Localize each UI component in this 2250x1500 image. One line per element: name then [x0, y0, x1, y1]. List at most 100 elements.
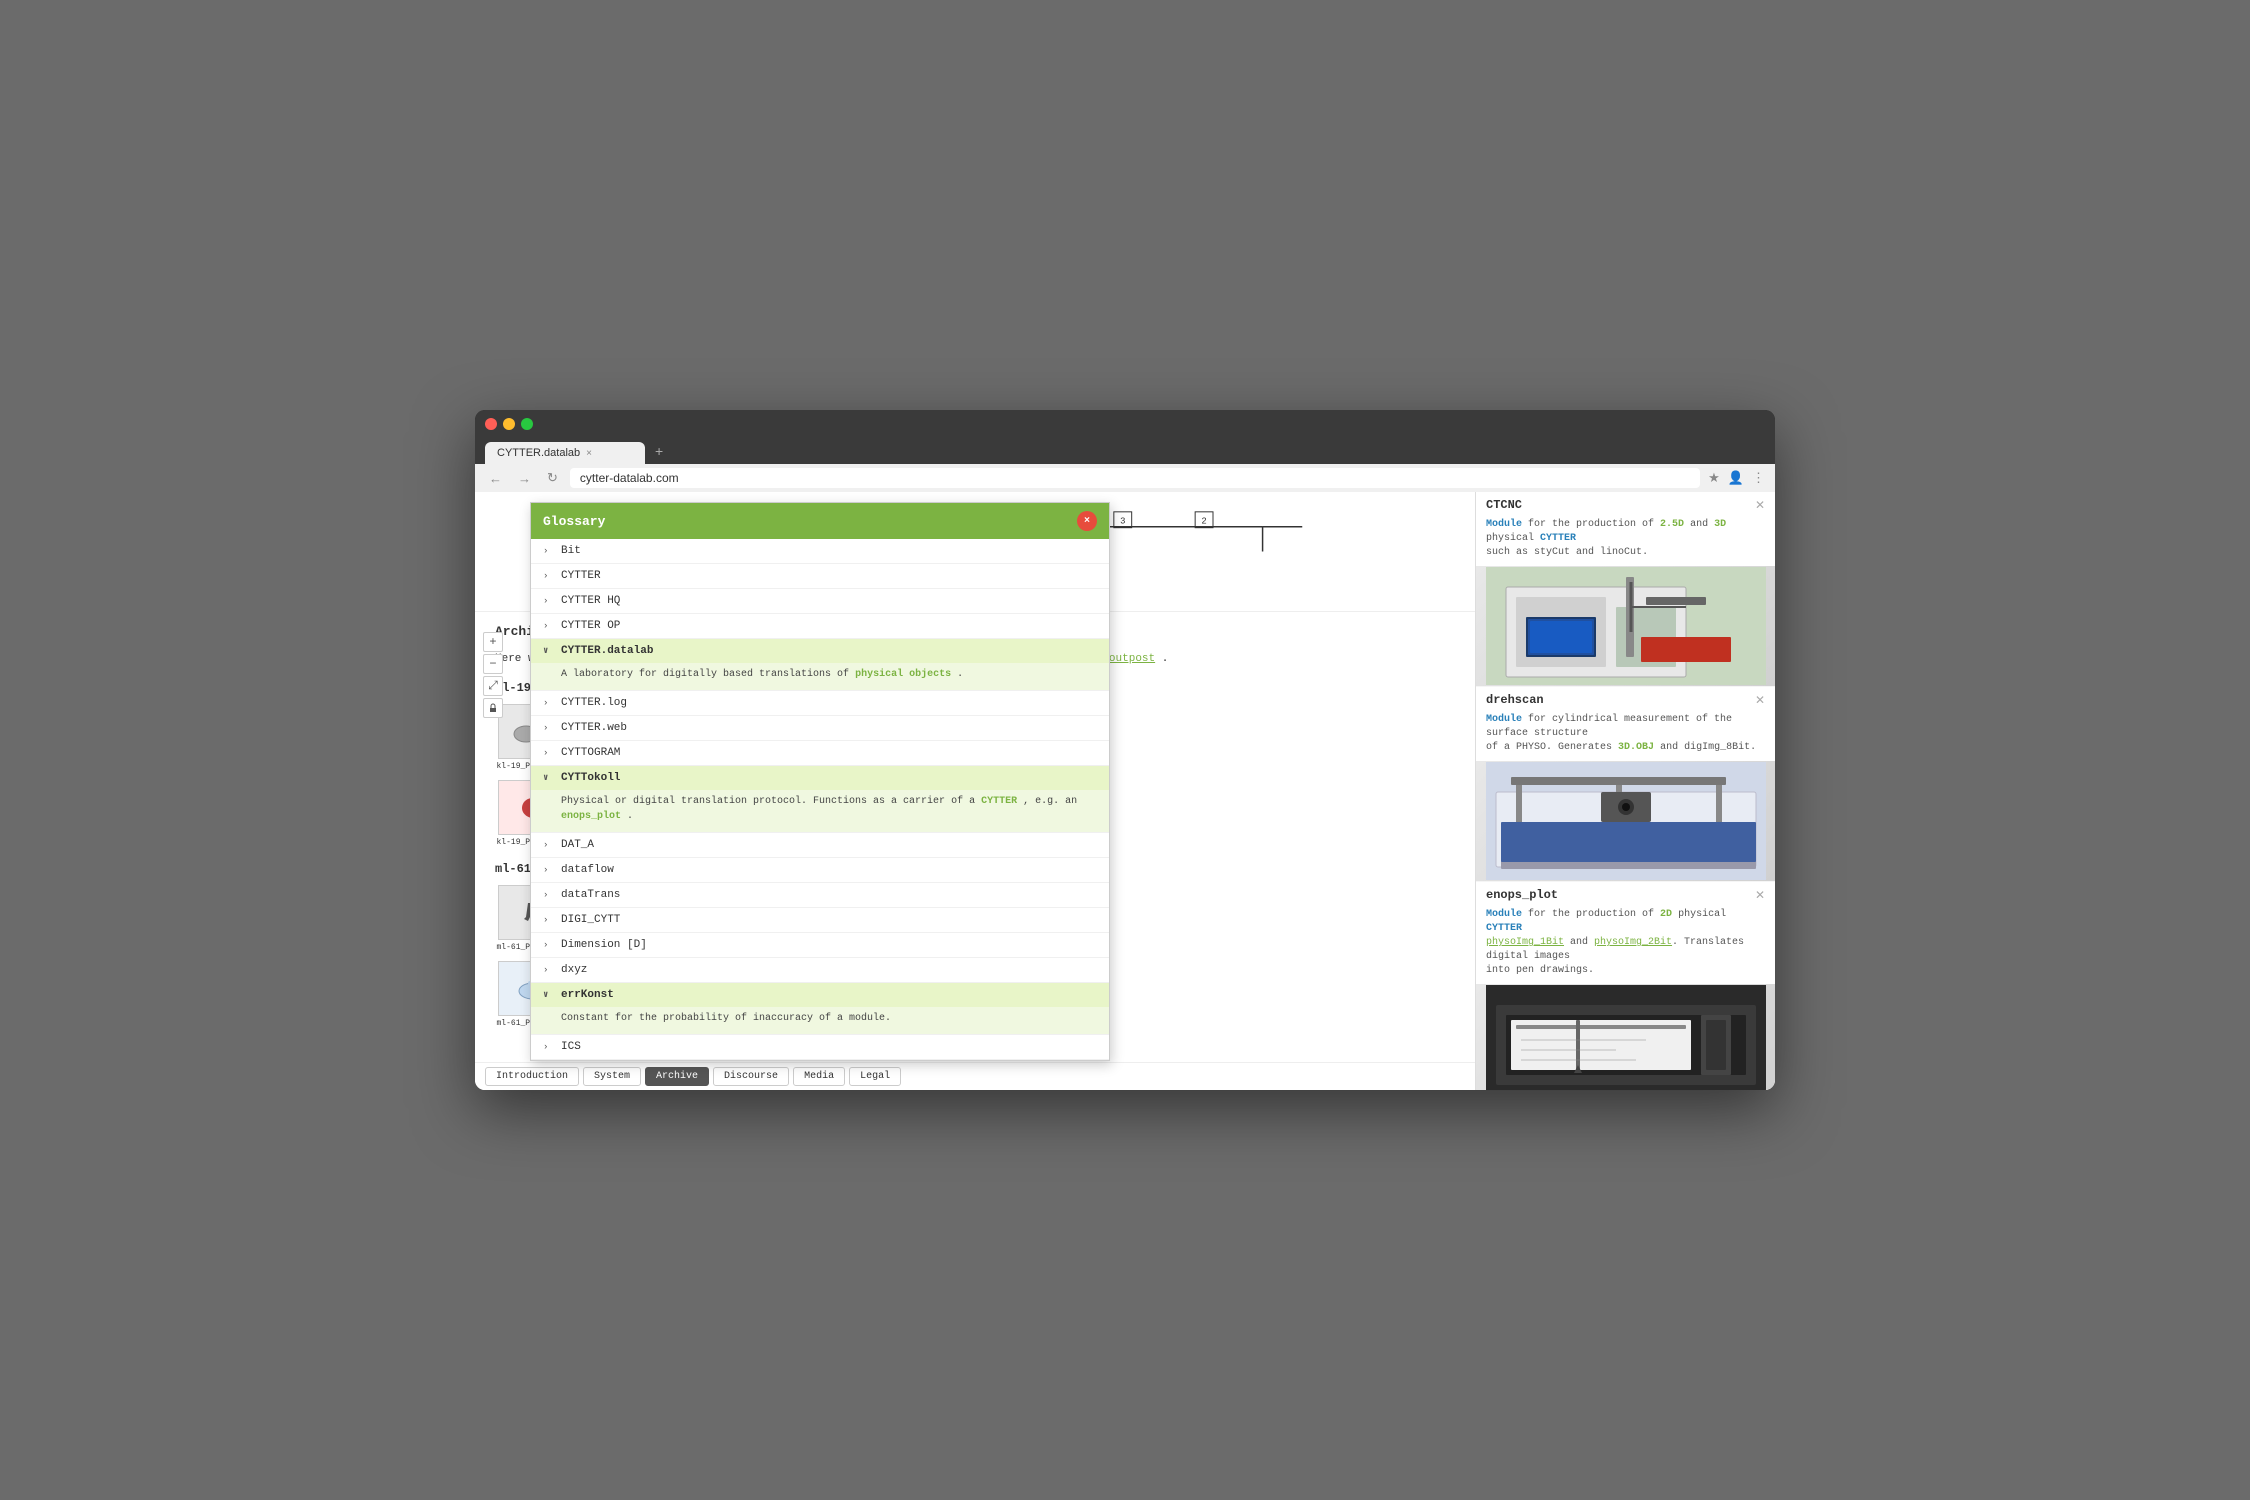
tab-archive[interactable]: Archive [645, 1067, 709, 1086]
keyword-module-2: Module [1486, 714, 1522, 725]
highlight-cytter: CYTTER [981, 796, 1017, 807]
physoimg-2bit-link[interactable]: physoImg_2Bit [1594, 937, 1672, 948]
linocut-link: linoCut [1600, 547, 1642, 558]
module-drehscan-close[interactable]: ✕ [1755, 693, 1765, 707]
ctcnc-image [1476, 566, 1775, 686]
list-item: › ICS [531, 1035, 1109, 1060]
chevron-right-icon: › [543, 596, 553, 606]
glossary-row-cyttokoll[interactable]: ∨ CYTTokoll [531, 766, 1109, 790]
digimg-ref: digImg_8Bit [1684, 742, 1750, 753]
module-enops-plot-header: enops_plot ✕ [1476, 882, 1775, 908]
traffic-lights [485, 418, 1765, 430]
tab-introduction[interactable]: Introduction [485, 1067, 579, 1086]
zoom-in-button[interactable]: + [483, 632, 503, 652]
glossary-label: CYTTER HQ [561, 595, 620, 607]
glossary-row-cyttogram[interactable]: › CYTTOGRAM [531, 741, 1109, 765]
chevron-right-icon: › [543, 915, 553, 925]
module-ctcnc-desc: Module for the production of 2.5D and 3D… [1476, 518, 1775, 566]
browser-window: CYTTER.datalab × + ← → ↻ ★ 👤 ⋮ lightImg_… [475, 410, 1775, 1090]
module-drehscan-title: drehscan [1486, 693, 1544, 707]
bookmark-icon[interactable]: ★ [1708, 470, 1720, 486]
tab-legal[interactable]: Legal [849, 1067, 901, 1086]
keyword-module: Module [1486, 519, 1522, 530]
module-enops-plot-desc: Module for the production of 2D physical… [1476, 908, 1775, 984]
profile-icon[interactable]: 👤 [1728, 470, 1744, 486]
chevron-right-icon: › [543, 571, 553, 581]
list-item: › DAT_A [531, 833, 1109, 858]
lock-button[interactable] [483, 698, 503, 718]
list-item: ∨ CYTTokoll Physical or digital translat… [531, 766, 1109, 833]
list-item: › dataflow [531, 858, 1109, 883]
glossary-row-cytter-log[interactable]: › CYTTER.log [531, 691, 1109, 715]
glossary-close-button[interactable]: × [1077, 511, 1097, 531]
list-item: › CYTTER [531, 564, 1109, 589]
glossary-row-cytter-hq[interactable]: › CYTTER HQ [531, 589, 1109, 613]
highlight-3d: 3D [1714, 519, 1726, 530]
highlight-3dobj: 3D.OBJ [1618, 742, 1654, 753]
chevron-right-icon: › [543, 698, 553, 708]
module-enops-plot: enops_plot ✕ Module for the production o… [1476, 882, 1775, 1090]
glossary-row-bit[interactable]: › Bit [531, 539, 1109, 563]
physoimg-1bit-link[interactable]: physoImg_1Bit [1486, 937, 1564, 948]
glossary-label: dxyz [561, 964, 587, 976]
drehscan-image [1476, 761, 1775, 881]
tab-close-icon[interactable]: × [586, 448, 592, 459]
keyword-module-3: Module [1486, 909, 1522, 920]
glossary-label: dataTrans [561, 889, 620, 901]
glossary-row-digi-cytt[interactable]: › DIGI_CYTT [531, 908, 1109, 932]
back-button[interactable]: ← [485, 469, 506, 488]
glossary-row-datatrans[interactable]: › dataTrans [531, 883, 1109, 907]
module-ctcnc-title: CTCNC [1486, 498, 1522, 512]
minimize-button[interactable] [503, 418, 515, 430]
menu-icon[interactable]: ⋮ [1752, 470, 1765, 486]
module-enops-plot-title: enops_plot [1486, 888, 1558, 902]
glossary-label: ICS [561, 1041, 581, 1053]
glossary-row-cytter-web[interactable]: › CYTTER.web [531, 716, 1109, 740]
module-enops-plot-close[interactable]: ✕ [1755, 888, 1765, 902]
address-bar[interactable] [570, 468, 1700, 488]
glossary-row-cytter-datalab[interactable]: ∨ CYTTER.datalab [531, 639, 1109, 663]
highlight-2-5d: 2.5D [1660, 519, 1684, 530]
right-panel: CTCNC ✕ Module for the production of 2.5… [1475, 492, 1775, 1090]
keyword-cytter: CYTTER [1540, 533, 1576, 544]
glossary-row-ics[interactable]: › ICS [531, 1035, 1109, 1059]
glossary-body: › Bit › CYTTER › [531, 539, 1109, 1060]
active-tab[interactable]: CYTTER.datalab × [485, 442, 645, 464]
glossary-row-dxyz[interactable]: › dxyz [531, 958, 1109, 982]
tab-discourse[interactable]: Discourse [713, 1067, 789, 1086]
svg-text:3: 3 [1120, 517, 1125, 527]
glossary-label: CYTTER [561, 570, 601, 582]
glossary-row-dat-a[interactable]: › DAT_A [531, 833, 1109, 857]
glossary-label: DIGI_CYTT [561, 914, 620, 926]
module-drehscan: drehscan ✕ Module for cylindrical measur… [1476, 687, 1775, 881]
module-ctcnc-close[interactable]: ✕ [1755, 498, 1765, 512]
module-ctcnc-header: CTCNC ✕ [1476, 492, 1775, 518]
tab-media[interactable]: Media [793, 1067, 845, 1086]
chevron-right-icon: › [543, 1042, 553, 1052]
glossary-desc-errkonst: Constant for the probability of inaccura… [531, 1007, 1109, 1034]
fullscreen-button[interactable] [521, 418, 533, 430]
glossary-row-dataflow[interactable]: › dataflow [531, 858, 1109, 882]
refresh-button[interactable]: ↻ [543, 468, 562, 488]
list-item: › CYTTER OP [531, 614, 1109, 639]
close-button[interactable] [485, 418, 497, 430]
address-bar-row: ← → ↻ ★ 👤 ⋮ [475, 464, 1775, 492]
fit-button[interactable]: ⤢ [483, 676, 503, 696]
left-panel: lightImg_1Bit physoImg_1Bit 2 1 3 2 [475, 492, 1475, 1090]
glossary-row-errkonst[interactable]: ∨ errKonst [531, 983, 1109, 1007]
glossary-row-dimension[interactable]: › Dimension [D] [531, 933, 1109, 957]
forward-button[interactable]: → [514, 469, 535, 488]
chevron-right-icon: › [543, 965, 553, 975]
tab-title: CYTTER.datalab [497, 447, 580, 459]
svg-text:2: 2 [1201, 517, 1206, 527]
tab-system[interactable]: System [583, 1067, 641, 1086]
glossary-label: CYTTOGRAM [561, 747, 620, 759]
new-tab-button[interactable]: + [647, 438, 671, 464]
zoom-out-button[interactable]: − [483, 654, 503, 674]
enops-plot-image [1476, 984, 1775, 1090]
stycut-link: styCut [1534, 547, 1570, 558]
chevron-right-icon: › [543, 748, 553, 758]
archive-desc-suffix: . [1162, 653, 1169, 665]
glossary-row-cytter[interactable]: › CYTTER [531, 564, 1109, 588]
glossary-row-cytter-op[interactable]: › CYTTER OP [531, 614, 1109, 638]
